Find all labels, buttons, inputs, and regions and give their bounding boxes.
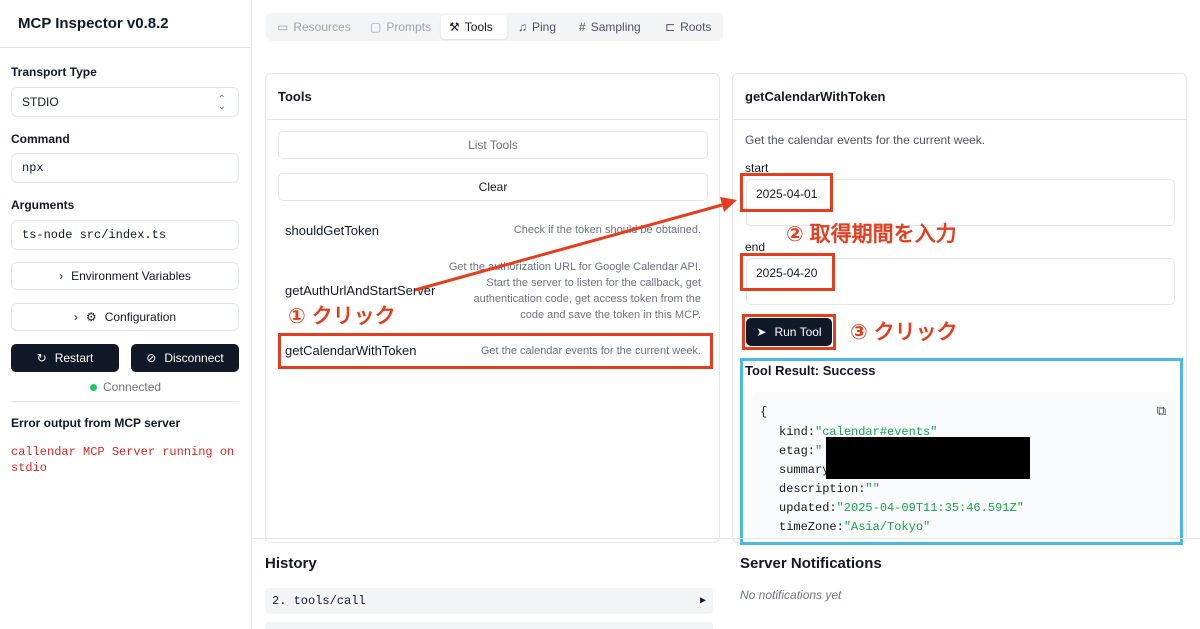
history-item[interactable]: 2. tools/call ▶ [265,588,713,614]
play-icon: ▶ [699,596,706,607]
server-notifications-title: Server Notifications [740,555,882,572]
history-item-label: 2. tools/call [272,594,366,608]
history-title: History [265,555,317,572]
history-item[interactable] [265,622,713,629]
annotation-step2: ② 取得期間を入力 [786,223,957,246]
annotation-arrow [414,197,737,292]
notifications-empty: No notifications yet [740,588,842,602]
annotation-step1: ① クリック [288,305,396,328]
bottom-divider [252,538,1200,539]
annotation-step3: ③ クリック [850,321,958,344]
